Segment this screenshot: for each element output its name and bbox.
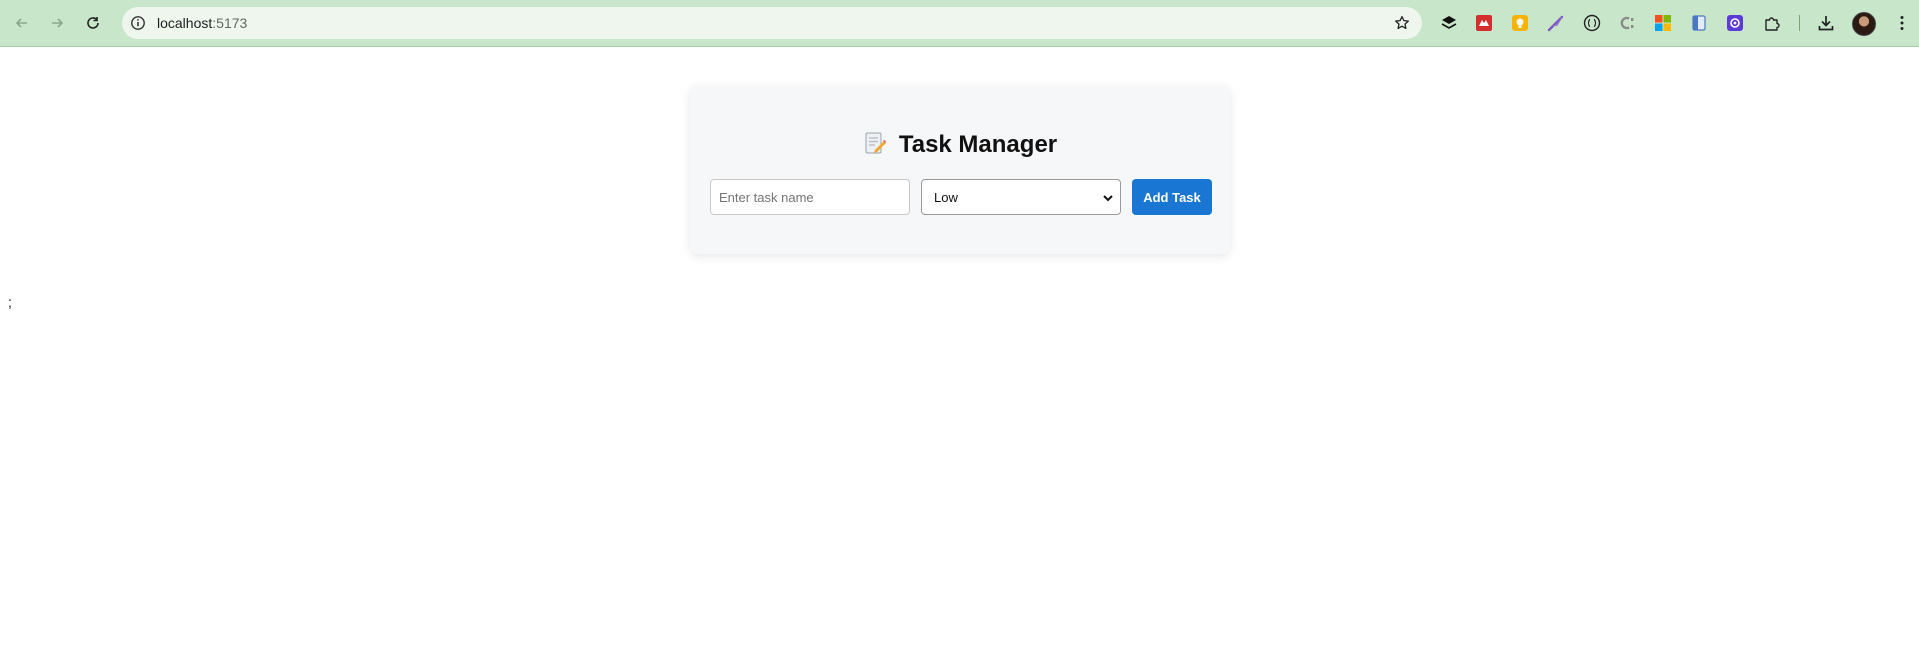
back-arrow-icon: [15, 18, 27, 28]
forward-button[interactable]: [44, 10, 70, 36]
back-button[interactable]: [9, 10, 35, 36]
url-port: :5173: [212, 15, 248, 31]
red-shield-extension-icon[interactable]: [1475, 14, 1493, 32]
page-title: Task Manager: [690, 129, 1230, 161]
task-manager-card: Task Manager Low Add Task: [690, 86, 1230, 254]
memo-icon: [865, 132, 887, 154]
clipboard-extension-icon[interactable]: [1690, 14, 1708, 32]
toolbar-divider: [1799, 15, 1800, 31]
title-text: Task Manager: [898, 131, 1058, 158]
profile-avatar[interactable]: [1852, 12, 1876, 36]
cg-extension-icon[interactable]: [1619, 14, 1637, 32]
forward-arrow-icon: [52, 18, 64, 28]
stray-text: ;: [8, 294, 12, 310]
task-name-input[interactable]: [710, 179, 910, 215]
purple-gear-extension-icon[interactable]: [1726, 14, 1744, 32]
address-bar[interactable]: localhost:5173: [122, 7, 1422, 39]
purple-feather-extension-icon[interactable]: [1547, 14, 1565, 32]
reload-button[interactable]: [80, 10, 106, 36]
priority-select[interactable]: Low: [921, 179, 1121, 215]
layers-extension-icon[interactable]: [1440, 14, 1458, 32]
add-task-button[interactable]: Add Task: [1132, 179, 1212, 215]
chevron-down-icon: [1103, 195, 1113, 202]
microsoft-extension-icon[interactable]: [1654, 14, 1672, 32]
code-braces-extension-icon[interactable]: [1583, 14, 1601, 32]
bookmark-star-icon[interactable]: [1394, 15, 1410, 31]
priority-select-value: Low: [934, 190, 958, 205]
download-icon[interactable]: [1817, 14, 1835, 32]
reload-icon: [87, 17, 99, 29]
more-menu-icon[interactable]: [1893, 14, 1911, 32]
puzzle-extensions-icon[interactable]: [1763, 14, 1781, 32]
url-host: localhost: [157, 15, 213, 31]
yellow-bulb-extension-icon[interactable]: [1511, 14, 1529, 32]
url-text: localhost:5173: [157, 15, 247, 31]
browser-toolbar: localhost:5173: [0, 0, 1919, 47]
site-info-icon[interactable]: [130, 15, 146, 31]
